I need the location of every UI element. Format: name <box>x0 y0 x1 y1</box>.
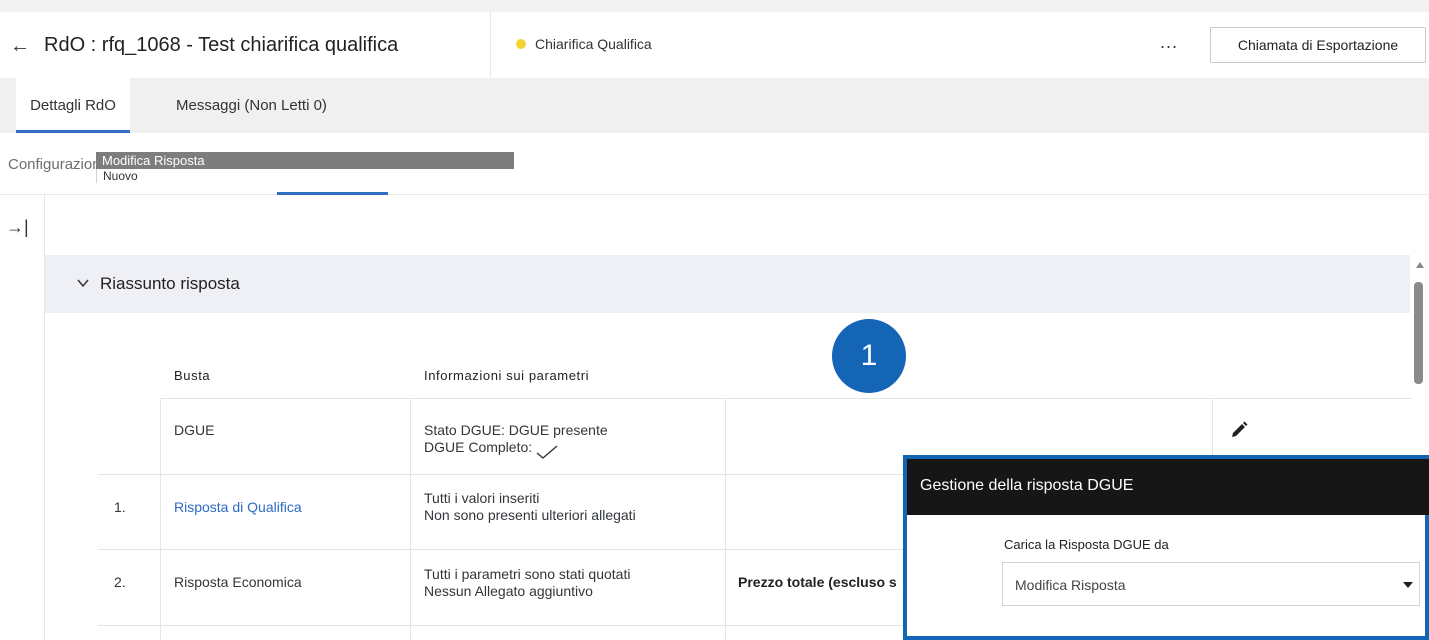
tab-label: Messaggi (Non Letti 0) <box>176 97 327 114</box>
step-callout-badge: 1 <box>832 319 906 393</box>
col-header-busta: Busta <box>174 368 211 383</box>
panel-title: Riassunto risposta <box>100 274 240 293</box>
subtab-configurazione[interactable]: Configurazione <box>8 133 109 195</box>
col-header-parametri: Informazioni sui parametri <box>424 368 590 383</box>
load-from-label: Carica la Risposta DGUE da <box>1004 537 1169 552</box>
total-price-label: Prezzo totale (escluso s <box>738 574 897 590</box>
param-info-line1: Stato DGUE: DGUE presente <box>424 422 608 438</box>
load-from-select[interactable]: Modifica Risposta <box>1002 562 1420 606</box>
top-strip <box>0 0 1429 12</box>
envelope-name: Risposta Economica <box>174 574 302 590</box>
envelope-name: DGUE <box>174 422 215 438</box>
table-col-divider <box>725 398 726 640</box>
param-info-line2: DGUE Completo: <box>424 439 533 455</box>
page-title: RdO : rfq_1068 - Test chiarifica qualifi… <box>44 34 399 56</box>
dropdown-option-modifica[interactable]: Modifica Risposta <box>96 152 514 169</box>
select-value: Modifica Risposta <box>1015 577 1126 593</box>
dgue-response-dialog: Gestione della risposta DGUE Carica la R… <box>903 455 1429 640</box>
expand-sidebar-icon[interactable]: →| <box>6 217 29 238</box>
more-options-button[interactable]: ... <box>1160 32 1178 53</box>
param-info-line2: Nessun Allegato aggiuntivo <box>424 583 593 599</box>
row-number: 1. <box>114 499 126 515</box>
tab-dettagli-rdo[interactable]: Dettagli RdO <box>16 78 130 133</box>
scroll-up-arrow[interactable] <box>1416 262 1424 268</box>
main-tabs: Dettagli RdO Messaggi (Non Letti 0) <box>0 78 1429 133</box>
risposta-qualifica-link[interactable]: Risposta di Qualifica <box>174 499 302 516</box>
param-info-line1: Tutti i parametri sono stati quotati <box>424 566 631 582</box>
status-label: Chiarifica Qualifica <box>535 36 652 52</box>
pencil-edit-icon[interactable] <box>1229 420 1249 440</box>
header-divider <box>490 12 491 78</box>
table-col-divider <box>1212 398 1213 458</box>
chevron-down-icon <box>77 279 89 288</box>
page-header: ← RdO : rfq_1068 - Test chiarifica quali… <box>0 12 1429 78</box>
table-divider <box>160 398 1412 399</box>
export-call-button[interactable]: Chiamata di Esportazione <box>1210 27 1426 63</box>
dialog-title: Gestione della risposta DGUE <box>920 477 1134 494</box>
row-number: 2. <box>114 574 126 590</box>
tab-messaggi[interactable]: Messaggi (Non Letti 0) <box>166 78 337 133</box>
dialog-title-bar: Gestione della risposta DGUE <box>907 459 1429 515</box>
arrow-left-icon[interactable]: ← <box>10 35 30 58</box>
param-info-line2: Non sono presenti ulteriori allegati <box>424 507 636 523</box>
status-dot-icon <box>516 39 526 49</box>
scrollbar-thumb[interactable] <box>1414 282 1423 384</box>
table-col-divider <box>160 398 161 640</box>
param-info-line1: Tutti i valori inseriti <box>424 490 540 506</box>
checkmark-icon <box>536 445 558 459</box>
panel-header-riassunto[interactable]: Riassunto risposta <box>45 255 1410 313</box>
dropdown-option-nuovo[interactable]: Nuovo <box>96 169 514 183</box>
table-col-divider <box>410 398 411 640</box>
tab-label: Dettagli RdO <box>30 97 116 114</box>
caret-down-icon <box>1403 582 1413 588</box>
left-rail <box>0 195 44 640</box>
